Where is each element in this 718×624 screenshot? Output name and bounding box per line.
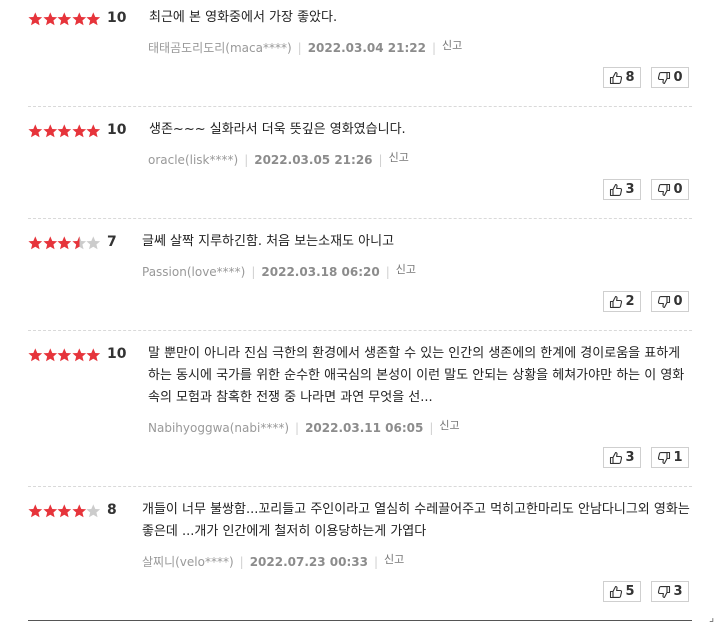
- thumbs-down-icon: [657, 451, 671, 465]
- like-button[interactable]: 8: [603, 67, 641, 88]
- star-filled-icon: [43, 348, 57, 362]
- dislike-button[interactable]: 0: [651, 179, 689, 200]
- dislike-button[interactable]: 0: [651, 291, 689, 312]
- review-divider: [28, 486, 692, 487]
- star-filled-icon: [72, 124, 86, 138]
- review-author: 태태곰도리도리(maca****): [148, 41, 292, 55]
- thumbs-up-icon: [609, 183, 623, 197]
- dislike-button[interactable]: 0: [651, 67, 689, 88]
- star-filled-icon: [86, 124, 101, 138]
- like-count: 5: [625, 584, 635, 599]
- review-author: 살찌니(velo****): [142, 555, 234, 569]
- review-divider: [28, 218, 692, 219]
- like-count: 8: [625, 70, 635, 85]
- review-date: 2022.03.05 21:26: [254, 153, 373, 167]
- report-link[interactable]: 신고: [442, 39, 462, 52]
- dislike-count: 0: [673, 182, 683, 197]
- review-meta: oracle(lisk****) | 2022.03.05 21:26 | 신고: [148, 151, 409, 167]
- star-filled-icon: [57, 12, 72, 26]
- star-filled-icon: [57, 504, 72, 518]
- thumbs-up-icon: [609, 71, 623, 85]
- review-date: 2022.03.18 06:20: [261, 265, 380, 279]
- star-filled-icon: [57, 348, 72, 362]
- like-count: 2: [625, 294, 635, 309]
- corner-mark: ⌟: [709, 611, 715, 624]
- like-button[interactable]: 3: [603, 447, 641, 468]
- review-score: 10: [107, 10, 127, 26]
- star-rating: [28, 502, 101, 518]
- star-filled-icon: [43, 236, 57, 250]
- star-empty-icon: [86, 504, 101, 518]
- like-count: 3: [625, 450, 635, 465]
- review-meta: Passion(love****) | 2022.03.18 06:20 | 신고: [142, 263, 416, 279]
- review-date: 2022.07.23 00:33: [249, 555, 368, 569]
- review-text: 생존~~~ 실화라서 더욱 뜻깊은 영화였습니다.: [149, 122, 406, 137]
- review-meta: 살찌니(velo****) | 2022.07.23 00:33 | 신고: [142, 553, 405, 569]
- star-half-icon: [72, 236, 86, 250]
- star-filled-icon: [72, 504, 86, 518]
- star-rating: [28, 346, 101, 362]
- star-filled-icon: [43, 12, 57, 26]
- star-filled-icon: [72, 12, 86, 26]
- review-score: 7: [107, 234, 117, 250]
- report-link[interactable]: 신고: [384, 553, 404, 566]
- review-score: 8: [107, 502, 117, 518]
- star-filled-icon: [57, 124, 72, 138]
- review-divider: [28, 106, 692, 107]
- star-filled-icon: [43, 124, 57, 138]
- review-author: Passion(love****): [142, 265, 246, 279]
- dislike-count: 1: [673, 450, 683, 465]
- thumbs-up-icon: [609, 451, 623, 465]
- review-date: 2022.03.04 21:22: [307, 41, 426, 55]
- report-link[interactable]: 신고: [389, 151, 409, 164]
- list-bottom-border: [28, 620, 692, 621]
- review-score: 10: [107, 122, 127, 138]
- like-button[interactable]: 2: [603, 291, 641, 312]
- thumbs-down-icon: [657, 585, 671, 599]
- thumbs-down-icon: [657, 71, 671, 85]
- review-date: 2022.03.11 06:05: [305, 421, 424, 435]
- star-filled-icon: [28, 504, 43, 518]
- star-filled-icon: [28, 124, 43, 138]
- star-filled-icon: [28, 236, 43, 250]
- dislike-count: 0: [673, 70, 683, 85]
- star-rating: [28, 122, 101, 138]
- review-text: 최근에 본 영화중에서 가장 좋았다.: [149, 10, 338, 25]
- star-filled-icon: [86, 348, 101, 362]
- star-filled-icon: [28, 12, 43, 26]
- report-link[interactable]: 신고: [396, 263, 416, 276]
- like-button[interactable]: 3: [603, 179, 641, 200]
- thumbs-up-icon: [609, 295, 623, 309]
- star-rating: [28, 10, 101, 26]
- thumbs-up-icon: [609, 585, 623, 599]
- review-author: Nabihyoggwa(nabi****): [148, 421, 290, 435]
- thumbs-down-icon: [657, 183, 671, 197]
- dislike-count: 3: [673, 584, 683, 599]
- like-button[interactable]: 5: [603, 581, 641, 602]
- review-divider: [28, 330, 692, 331]
- report-link[interactable]: 신고: [439, 419, 459, 432]
- review-meta: 태태곰도리도리(maca****) | 2022.03.04 21:22 | 신고: [148, 39, 463, 55]
- review-text: 글쎄 살짝 지루하긴함. 처음 보는소재도 아니고: [142, 234, 395, 249]
- star-filled-icon: [43, 504, 57, 518]
- review-score: 10: [107, 346, 127, 362]
- dislike-count: 0: [673, 294, 683, 309]
- review-text: 말 뿐만이 아니라 진심 극한의 환경에서 생존할 수 있는 인간의 생존에의 …: [148, 346, 685, 405]
- thumbs-down-icon: [657, 295, 671, 309]
- star-empty-icon: [86, 236, 101, 250]
- dislike-button[interactable]: 1: [651, 447, 689, 468]
- review-author: oracle(lisk****): [148, 153, 239, 167]
- star-filled-icon: [86, 12, 101, 26]
- review-meta: Nabihyoggwa(nabi****) | 2022.03.11 06:05 | 신…: [148, 419, 460, 435]
- star-filled-icon: [57, 236, 72, 250]
- dislike-button[interactable]: 3: [651, 581, 689, 602]
- star-rating: [28, 234, 101, 250]
- star-filled-icon: [72, 348, 86, 362]
- like-count: 3: [625, 182, 635, 197]
- review-text: 개들이 너무 불쌍함...꼬리들고 주인이라고 열심히 수레끌어주고 먹히고한마…: [142, 502, 690, 539]
- star-filled-icon: [28, 348, 43, 362]
